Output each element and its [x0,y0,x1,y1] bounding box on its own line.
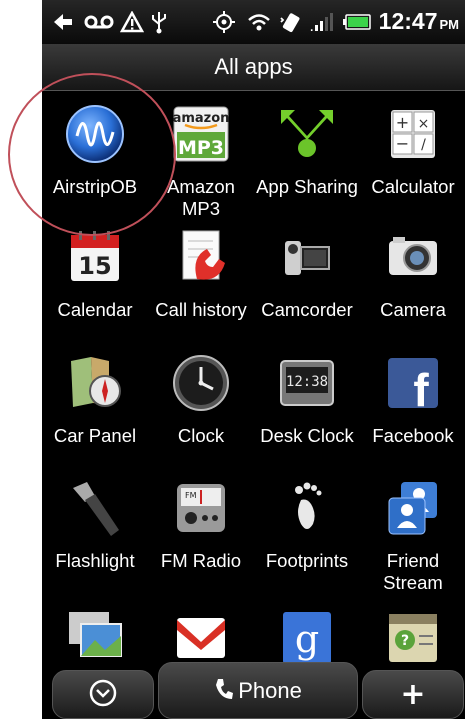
svg-text:−: − [396,134,409,153]
battery-icon [342,10,372,34]
plus-icon: + [400,676,426,712]
add-button[interactable]: + [362,670,464,719]
amazon-logo-text: amazon [173,111,230,126]
phone-label: Phone [238,677,302,703]
car-panel-compass-icon [65,353,125,413]
app-gmail[interactable] [148,608,254,668]
vibrate-icon [278,10,304,34]
desk-clock-time-text: 12:38 [286,374,328,390]
app-label: Desk Clock [260,425,354,446]
calendar-day-text: 15 [78,252,111,280]
app-app-sharing[interactable]: App Sharing [254,104,360,198]
wifi-icon [246,10,272,34]
bottom-dock: Phone + [42,660,465,719]
app-desk-clock[interactable]: 12:38 Desk Clock [254,353,360,447]
svg-text:?: ? [401,633,409,649]
airstrip-wave-icon [65,104,125,164]
facebook-f-text: f [413,364,429,413]
facebook-icon: f [383,353,443,416]
page-title: All apps [214,54,293,79]
phone-button[interactable]: Phone [158,662,358,719]
amazon-mp3-icon: amazon MP3 [171,104,231,164]
phone-handset-icon [214,677,234,705]
fm-radio-icon: FM [171,478,231,538]
app-calculator[interactable]: + × − / Calculator [360,104,465,198]
gallery-icon [65,608,125,668]
app-label: Camcorder [261,299,353,320]
gps-icon [212,10,236,34]
app-car-panel[interactable]: Car Panel [42,353,148,447]
mp3-logo-text: MP3 [178,137,224,159]
call-history-icon [171,227,231,287]
svg-text:.: . [310,24,313,33]
app-label: App Sharing [256,176,358,197]
app-call-history[interactable]: Call history [148,227,254,321]
app-label: Calendar [57,299,133,320]
app-friend-stream[interactable]: Friend Stream [360,478,465,594]
app-label: Clock [177,425,225,446]
app-camcorder[interactable]: Camcorder [254,227,360,321]
app-google[interactable]: g [254,608,360,668]
all-apps-header: All apps [42,44,465,91]
svg-text:×: × [418,116,430,132]
collapse-apps-button[interactable] [52,670,154,719]
camcorder-icon [277,227,337,287]
desk-clock-icon: 12:38 [277,353,337,413]
status-bar: . 12:47 PM [42,0,465,44]
footprints-icon [277,478,337,538]
app-label: Camera [380,299,446,320]
friend-stream-icon [383,478,443,538]
svg-text:+: + [396,113,409,132]
flashlight-icon [65,478,125,538]
app-calendar[interactable]: 15 Calendar [42,227,148,321]
app-facebook[interactable]: f Facebook [360,353,465,447]
clock-time: 12:47 [378,8,438,34]
status-clock: 12:47 PM [379,8,459,35]
app-label: Call history [155,299,247,320]
notification-arrow-icon [52,10,74,34]
app-footprints[interactable]: Footprints [254,478,360,572]
app-label: FM Radio [160,550,242,571]
calculator-icon: + × − / [383,104,443,164]
phone-screen: . 12:47 PM All apps AirstripOB amazon MP3 … [42,0,465,719]
app-fm-radio[interactable]: FM FM Radio [148,478,254,572]
app-label: Flashlight [55,550,135,571]
usb-icon [150,10,168,34]
app-label: Friend Stream [383,550,443,593]
app-label: Car Panel [53,425,137,446]
app-gallery[interactable] [42,608,148,668]
svg-text:/: / [421,137,426,153]
app-sharing-icon [277,104,337,164]
signal-icon: . [310,10,336,34]
google-g-text: g [295,617,319,661]
app-flashlight[interactable]: Flashlight [42,478,148,572]
app-label: Footprints [265,550,349,571]
fm-label-text: FM [185,491,197,500]
app-clock[interactable]: Clock [148,353,254,447]
camera-icon [383,227,443,287]
chevron-down-icon [88,678,118,712]
app-label: Facebook [372,425,454,446]
calendar-icon: 15 [65,227,125,287]
app-label: Calculator [371,176,455,197]
clock-ampm: PM [439,17,460,32]
clock-icon [171,353,231,413]
google-search-icon: g [277,608,337,668]
gmail-icon [171,608,231,668]
app-airstripob[interactable]: AirstripOB [42,104,148,198]
app-label: Amazon MP3 [167,176,235,219]
app-help[interactable]: ? [360,608,465,668]
help-notes-icon: ? [383,608,443,668]
voicemail-icon [84,10,114,34]
app-label: AirstripOB [52,176,138,197]
app-grid[interactable]: AirstripOB amazon MP3 Amazon MP3 App Shar… [42,92,465,668]
app-amazon-mp3[interactable]: amazon MP3 Amazon MP3 [148,104,254,220]
app-camera[interactable]: Camera [360,227,465,321]
warning-icon [120,10,144,34]
